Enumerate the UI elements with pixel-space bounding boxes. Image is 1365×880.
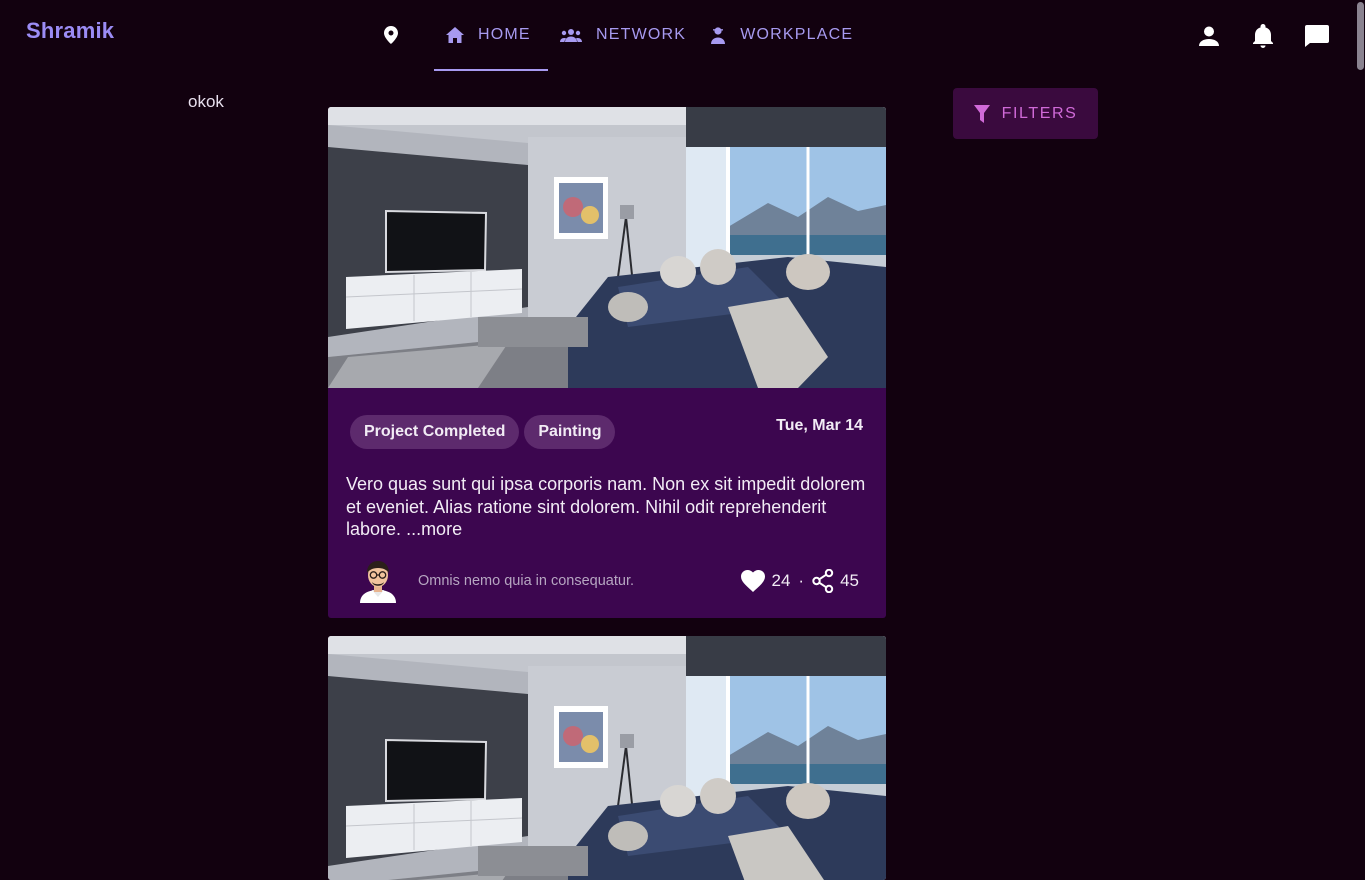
living-room-photo	[328, 636, 886, 880]
scrollbar-thumb[interactable]	[1357, 2, 1364, 70]
top-app-bar: Shramik HOME NETWORK WORKPLACE	[0, 0, 1355, 71]
like-count: 24	[771, 571, 791, 590]
stats-separator: ·	[798, 571, 805, 590]
filters-label: FILTERS	[1001, 104, 1078, 122]
post-tags: Project Completed Painting	[350, 415, 616, 449]
living-room-photo	[328, 107, 886, 388]
location-pin-icon[interactable]	[378, 22, 404, 48]
tab-workplace[interactable]: WORKPLACE	[698, 0, 865, 70]
more-link[interactable]: ...more	[406, 519, 462, 539]
filter-icon	[973, 104, 990, 123]
page-scrollbar[interactable]	[1355, 0, 1365, 880]
sidebar-text: okok	[188, 92, 224, 111]
tab-network-label: NETWORK	[596, 26, 687, 43]
header-actions	[1195, 22, 1331, 50]
tag-chip[interactable]: Project Completed	[350, 415, 520, 449]
tab-network[interactable]: NETWORK	[548, 0, 698, 70]
post-description: Vero quas sunt qui ipsa corporis nam. No…	[346, 473, 866, 541]
avatar[interactable]	[358, 557, 398, 603]
filters-button[interactable]: FILTERS	[953, 88, 1098, 139]
author-name[interactable]: Omnis nemo quia in consequatur.	[418, 573, 634, 589]
post-stats: 24 · 45	[741, 569, 859, 593]
heart-icon[interactable]	[741, 570, 766, 592]
post-footer: Omnis nemo quia in consequatur. 24 · 45	[358, 557, 863, 605]
main-nav: HOME NETWORK WORKPLACE	[378, 0, 865, 71]
home-icon	[446, 27, 464, 43]
person-icon[interactable]	[1195, 22, 1223, 50]
post-card[interactable]: Project Completed Painting Tue, Mar 14 V…	[328, 107, 886, 618]
share-icon[interactable]	[812, 569, 834, 593]
tab-home[interactable]: HOME	[434, 0, 548, 71]
chat-icon[interactable]	[1303, 22, 1331, 50]
people-icon	[560, 29, 582, 42]
post-card[interactable]	[328, 636, 886, 880]
post-date: Tue, Mar 14	[776, 417, 863, 434]
worker-icon	[711, 27, 726, 44]
tag-chip[interactable]: Painting	[524, 415, 616, 449]
tab-workplace-label: WORKPLACE	[740, 26, 854, 43]
tab-home-label: HOME	[478, 26, 531, 43]
brand-logo[interactable]: Shramik	[26, 18, 114, 44]
share-count: 45	[840, 571, 859, 590]
bell-icon[interactable]	[1249, 22, 1277, 50]
